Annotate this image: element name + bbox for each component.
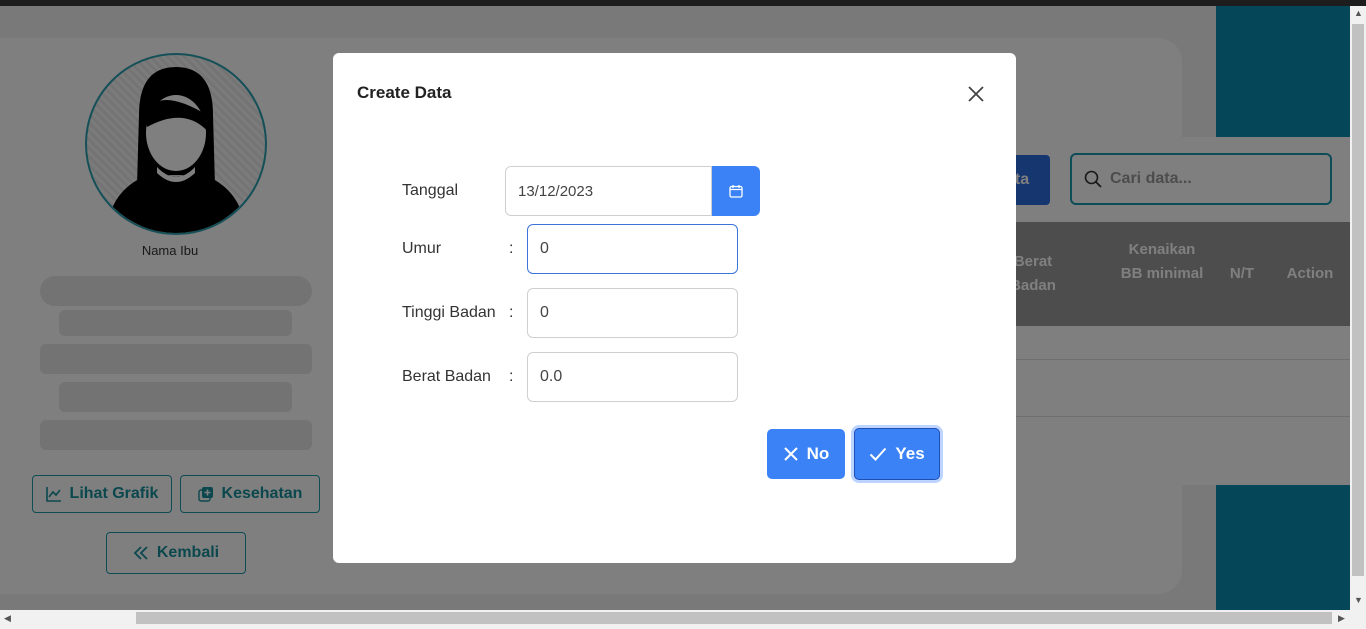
- umur-label: Umur: [402, 240, 442, 257]
- scroll-left-icon[interactable]: ◀: [4, 613, 11, 624]
- umur-colon: :: [509, 240, 514, 257]
- horizontal-scrollbar-thumb[interactable]: [136, 612, 1332, 624]
- scroll-down-icon[interactable]: ▼: [1354, 595, 1363, 605]
- berat-badan-label: Berat Badan: [402, 368, 491, 385]
- scroll-up-icon[interactable]: ▲: [1354, 8, 1363, 18]
- close-icon[interactable]: [965, 83, 987, 105]
- calendar-icon: [729, 185, 743, 198]
- check-icon: [870, 447, 887, 461]
- tinggi-badan-label: Tinggi Badan: [402, 304, 496, 321]
- umur-input[interactable]: [527, 224, 738, 274]
- tanggal-label: Tanggal: [402, 182, 459, 199]
- create-data-modal: Create Data Tanggal Umur : Tinggi Badan …: [333, 53, 1016, 563]
- berat-badan-input[interactable]: [527, 352, 738, 402]
- tinggi-badan-colon: :: [509, 304, 514, 321]
- calendar-button[interactable]: [712, 166, 760, 216]
- x-icon: [783, 447, 798, 461]
- yes-button[interactable]: Yes: [854, 428, 940, 480]
- tanggal-input[interactable]: [505, 166, 712, 216]
- scroll-right-icon[interactable]: ▶: [1338, 613, 1345, 624]
- vertical-scrollbar-thumb[interactable]: [1352, 24, 1364, 576]
- modal-title: Create Data: [357, 83, 452, 102]
- tinggi-badan-input[interactable]: [527, 288, 738, 338]
- no-button[interactable]: No: [767, 429, 845, 479]
- berat-badan-colon: :: [509, 368, 514, 385]
